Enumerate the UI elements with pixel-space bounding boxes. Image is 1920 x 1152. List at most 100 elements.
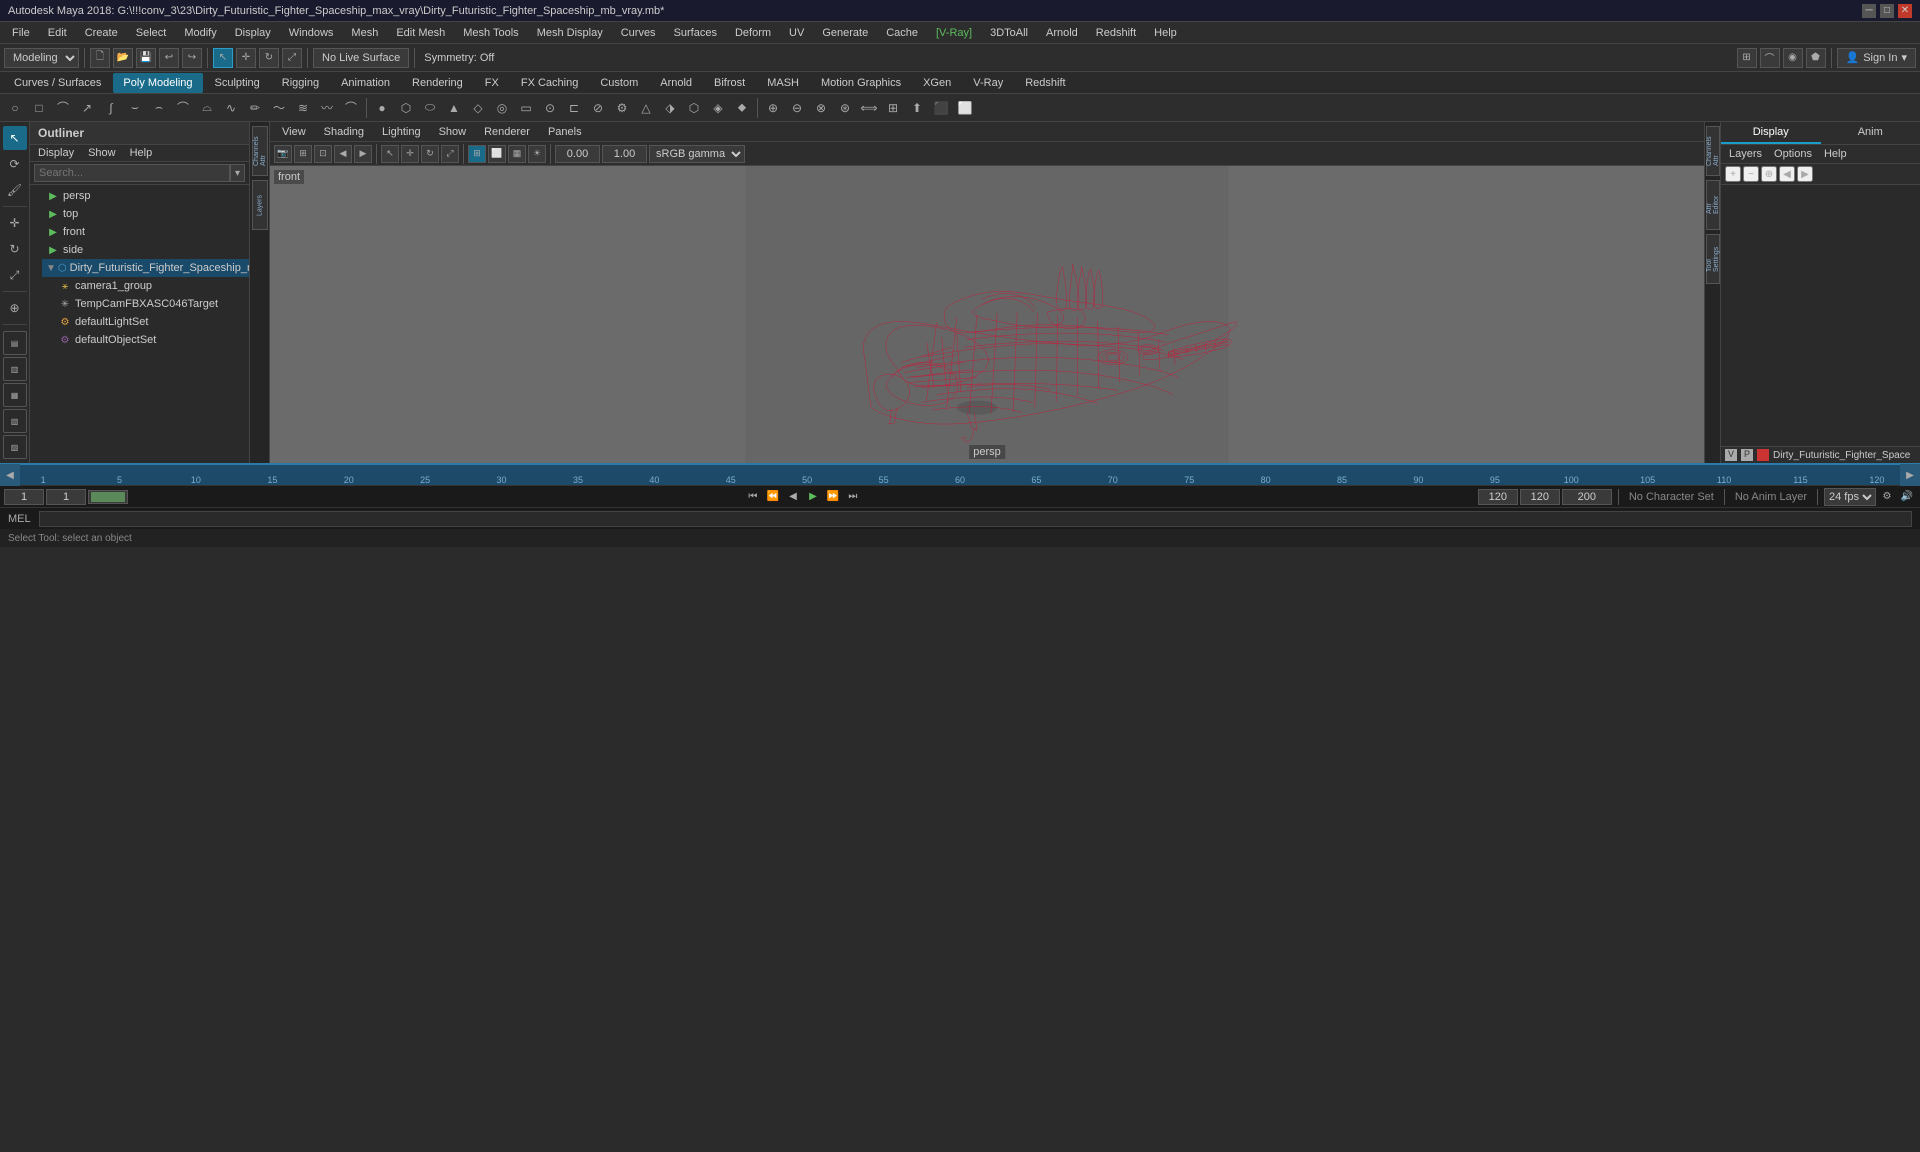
pyramid-btn[interactable]: ⬗ bbox=[659, 97, 681, 119]
rp-options-item[interactable]: Options bbox=[1770, 147, 1816, 161]
lasso-btn[interactable]: ⟳ bbox=[3, 152, 27, 176]
menu-file[interactable]: File bbox=[4, 25, 38, 41]
menu-vray[interactable]: [V-Ray] bbox=[928, 25, 980, 41]
component-curve1-btn[interactable]: ⌒ bbox=[52, 97, 74, 119]
component-curve2-btn[interactable]: ∫ bbox=[100, 97, 122, 119]
timeline-scroll-right[interactable]: ▶ bbox=[1900, 464, 1920, 486]
tab-xgen[interactable]: XGen bbox=[913, 73, 961, 93]
ol-item-spaceship[interactable]: ▼ ⬡ Dirty_Futuristic_Fighter_Spaceship_n bbox=[42, 259, 249, 277]
menu-select[interactable]: Select bbox=[128, 25, 175, 41]
script-input[interactable] bbox=[39, 511, 1912, 527]
select-btn[interactable]: ↖ bbox=[3, 126, 27, 150]
bridge-btn[interactable]: ⬛ bbox=[930, 97, 952, 119]
menu-redshift[interactable]: Redshift bbox=[1088, 25, 1144, 41]
component-spline-btn[interactable]: 〜 bbox=[268, 97, 290, 119]
svgcurve-btn[interactable]: ⬥ bbox=[731, 97, 753, 119]
rp-tab-display[interactable]: Display bbox=[1721, 122, 1821, 144]
universal-manip-btn[interactable]: ⊕ bbox=[3, 296, 27, 320]
ol-item-tempcam[interactable]: ✳ TempCamFBXASC046Target bbox=[54, 295, 249, 313]
tab-curves-surfaces[interactable]: Curves / Surfaces bbox=[4, 73, 111, 93]
disc-btn[interactable]: ⊙ bbox=[539, 97, 561, 119]
vp-menu-shading[interactable]: Shading bbox=[316, 125, 372, 139]
ol-item-default-light-set[interactable]: ⚙ defaultLightSet bbox=[54, 313, 249, 331]
snap-grid-btn[interactable]: ⊞ bbox=[1737, 48, 1757, 68]
layout1-btn[interactable]: ▤ bbox=[3, 331, 27, 355]
component-arc-btn[interactable]: ⌓ bbox=[196, 97, 218, 119]
play-btn[interactable]: ▶ bbox=[804, 488, 822, 506]
rp-icon-prev[interactable]: ◀ bbox=[1779, 166, 1795, 182]
menu-curves[interactable]: Curves bbox=[613, 25, 664, 41]
range-end-field[interactable] bbox=[1520, 489, 1560, 505]
vp-menu-renderer[interactable]: Renderer bbox=[476, 125, 538, 139]
vp-next-btn[interactable]: ▶ bbox=[354, 145, 372, 163]
diamond-btn[interactable]: ◇ bbox=[467, 97, 489, 119]
menu-mesh[interactable]: Mesh bbox=[343, 25, 386, 41]
menu-create[interactable]: Create bbox=[77, 25, 126, 41]
undo-btn[interactable]: ↩ bbox=[159, 48, 179, 68]
vp-frame-all-btn[interactable]: ⊞ bbox=[294, 145, 312, 163]
rp-icon-delete-layer[interactable]: − bbox=[1743, 166, 1759, 182]
fill-btn[interactable]: ⬜ bbox=[954, 97, 976, 119]
layout2-btn[interactable]: ▥ bbox=[3, 357, 27, 381]
vp-move-btn[interactable]: ✛ bbox=[401, 145, 419, 163]
timeline-scroll-left[interactable]: ◀ bbox=[0, 464, 20, 486]
vp-prev-btn[interactable]: ◀ bbox=[334, 145, 352, 163]
component-circle-btn[interactable]: ○ bbox=[4, 97, 26, 119]
scale-btn[interactable]: ⤢ bbox=[3, 263, 27, 287]
current-frame-field[interactable] bbox=[46, 489, 86, 505]
skip-to-start-btn[interactable]: ⏮ bbox=[744, 488, 762, 506]
timeline-track[interactable]: 1 5 10 15 20 25 30 35 40 45 50 55 60 bbox=[20, 465, 1900, 485]
save-file-btn[interactable]: 💾 bbox=[136, 48, 156, 68]
menu-modify[interactable]: Modify bbox=[176, 25, 224, 41]
paint-btn[interactable]: 🖌 bbox=[3, 178, 27, 202]
channel-box-btn[interactable]: ChannelsAttr bbox=[1706, 126, 1720, 176]
torus-btn[interactable]: ◎ bbox=[491, 97, 513, 119]
vp-frame-sel-btn[interactable]: ⊡ bbox=[314, 145, 332, 163]
open-file-btn[interactable]: 📂 bbox=[113, 48, 133, 68]
layer-v-check[interactable]: V bbox=[1725, 449, 1737, 461]
component-curve4-btn[interactable]: ⌢ bbox=[148, 97, 170, 119]
tab-fx[interactable]: FX bbox=[475, 73, 509, 93]
boolean-btn[interactable]: ⊗ bbox=[810, 97, 832, 119]
tab-mash[interactable]: MASH bbox=[757, 73, 809, 93]
extrude-btn[interactable]: ⬆ bbox=[906, 97, 928, 119]
tab-sculpting[interactable]: Sculpting bbox=[205, 73, 270, 93]
viewport-canvas[interactable]: front persp bbox=[270, 166, 1704, 463]
tab-bifrost[interactable]: Bifrost bbox=[704, 73, 755, 93]
separate-btn[interactable]: ⊖ bbox=[786, 97, 808, 119]
component-anglebracket-btn[interactable]: ⌒ bbox=[340, 97, 362, 119]
menu-edit-mesh[interactable]: Edit Mesh bbox=[388, 25, 453, 41]
tool-settings-btn[interactable]: ToolSettings bbox=[1706, 234, 1720, 284]
component-pencil-btn[interactable]: ✏ bbox=[244, 97, 266, 119]
component-curve3-btn[interactable]: ⌣ bbox=[124, 97, 146, 119]
vp-value2-field[interactable] bbox=[602, 145, 647, 163]
cylinder-btn[interactable]: ⬭ bbox=[419, 97, 441, 119]
minimize-button[interactable]: ─ bbox=[1862, 4, 1876, 18]
rp-tab-anim[interactable]: Anim bbox=[1821, 122, 1920, 144]
menu-edit[interactable]: Edit bbox=[40, 25, 75, 41]
sign-in-btn[interactable]: 👤 Sign In ▾ bbox=[1837, 48, 1916, 68]
layout3-btn[interactable]: ▦ bbox=[3, 383, 27, 407]
channels-panel-btn[interactable]: ChannelsAttr bbox=[252, 126, 268, 176]
close-button[interactable]: ✕ bbox=[1898, 4, 1912, 18]
menu-deform[interactable]: Deform bbox=[727, 25, 779, 41]
move-tool-btn[interactable]: ✛ bbox=[236, 48, 256, 68]
component-curve5-btn[interactable]: ⌒ bbox=[172, 97, 194, 119]
gear-btn[interactable]: ⚙ bbox=[611, 97, 633, 119]
vp-menu-lighting[interactable]: Lighting bbox=[374, 125, 429, 139]
vp-menu-show[interactable]: Show bbox=[431, 125, 475, 139]
vp-wireframe-btn[interactable]: ⊞ bbox=[468, 145, 486, 163]
component-wave-btn[interactable]: 〰 bbox=[316, 97, 338, 119]
ol-item-default-object-set[interactable]: ⚙ defaultObjectSet bbox=[54, 331, 249, 349]
playback-end-field[interactable] bbox=[1478, 489, 1518, 505]
tab-redshift[interactable]: Redshift bbox=[1015, 73, 1075, 93]
menu-mesh-tools[interactable]: Mesh Tools bbox=[455, 25, 526, 41]
select-tool-btn[interactable]: ↖ bbox=[213, 48, 233, 68]
vp-solid-btn[interactable]: ⬜ bbox=[488, 145, 506, 163]
combine-btn[interactable]: ⊕ bbox=[762, 97, 784, 119]
new-file-btn[interactable]: 🗋 bbox=[90, 48, 110, 68]
smooth-btn[interactable]: ⊛ bbox=[834, 97, 856, 119]
mirror-btn[interactable]: ⟺ bbox=[858, 97, 880, 119]
component-arrow-btn[interactable]: ↗ bbox=[76, 97, 98, 119]
menu-cache[interactable]: Cache bbox=[878, 25, 926, 41]
